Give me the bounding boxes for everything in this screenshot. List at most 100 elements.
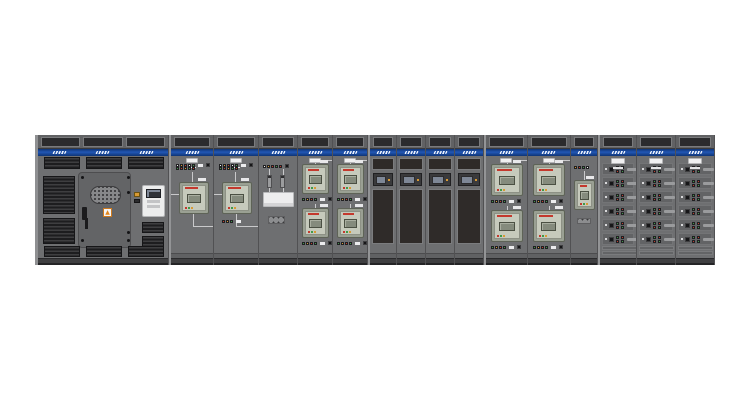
indicator-lamp <box>649 158 663 164</box>
section-plinth <box>333 258 367 265</box>
section-front <box>259 156 297 258</box>
status-dot-green <box>346 231 348 233</box>
label-chip <box>551 200 556 203</box>
pilot-light-red <box>697 180 700 183</box>
breaker-handle <box>685 181 690 186</box>
feeder-unit <box>678 219 712 231</box>
pilot-light-pair <box>658 194 661 201</box>
unit-label <box>320 204 328 207</box>
section-plinth <box>370 258 396 265</box>
breaker-handle <box>646 209 651 214</box>
breaker-handle <box>609 209 614 214</box>
drawout-breaker <box>337 164 364 194</box>
door-bolt <box>81 239 84 242</box>
brand-logo <box>343 151 357 154</box>
pilot-light-red <box>658 180 661 183</box>
brand-band <box>528 149 571 156</box>
door-bolt <box>81 176 84 179</box>
breaker-status-lights <box>308 231 316 233</box>
section-front <box>298 156 332 258</box>
mimic-bus-line <box>235 172 236 182</box>
unit-handle <box>627 168 636 171</box>
breaker-handle <box>646 195 651 200</box>
unit-handle <box>703 224 714 227</box>
unit-label <box>586 176 594 179</box>
kick-strip <box>571 253 597 258</box>
feeder-unit <box>602 191 634 203</box>
pilot-light-pair <box>697 222 700 229</box>
pilot-light-amber <box>537 200 540 203</box>
roof-vent-panel <box>262 137 294 147</box>
breaker-red-label <box>539 215 554 217</box>
breaker-status-lights <box>308 187 316 189</box>
switchgear-illustration <box>0 0 750 400</box>
cabinet-door <box>372 189 394 244</box>
kick-strip <box>370 253 396 258</box>
label-chip <box>198 164 203 167</box>
breaker-face <box>536 213 562 239</box>
vent-louver <box>43 218 75 244</box>
pilot-light-red <box>621 194 624 197</box>
roof-vent-panel <box>489 137 524 147</box>
status-dot-green <box>346 187 348 189</box>
brand-logo <box>611 151 625 154</box>
breaker-handle <box>646 237 651 242</box>
kick-strip <box>486 253 527 258</box>
pilot-light-row <box>491 199 521 203</box>
status-dot-green <box>188 207 190 209</box>
terminal-plate <box>268 216 285 224</box>
brand-logo <box>688 151 702 154</box>
brand-band <box>370 149 396 156</box>
terminal-plate <box>577 218 591 224</box>
pilot-light-red <box>658 166 661 169</box>
breaker-status-lights <box>497 235 505 237</box>
section-front <box>528 156 571 258</box>
screw-dot <box>642 238 644 240</box>
pilot-light-red <box>692 198 695 201</box>
control-switch <box>363 241 367 245</box>
section-front <box>171 156 213 258</box>
feeder-unit <box>602 177 634 189</box>
section-roof <box>370 135 396 149</box>
controller-bay-3 <box>426 135 455 265</box>
control-switch <box>559 245 563 249</box>
pilot-light-red <box>697 208 700 211</box>
drawout-breaker <box>302 208 329 238</box>
pilot-light-red <box>578 166 581 169</box>
status-dot-amber <box>191 207 193 209</box>
breaker-bay-3 <box>571 135 598 265</box>
breaker-red-label <box>185 187 198 189</box>
unit-handle <box>664 196 675 199</box>
section-plinth <box>637 258 675 265</box>
roof-vent-panel <box>126 137 165 147</box>
pilot-light-red <box>621 180 624 183</box>
status-dot-amber <box>349 187 351 189</box>
pilot-light-red <box>271 165 274 168</box>
pilot-light-pair <box>658 222 661 229</box>
control-switch <box>363 197 367 201</box>
section-plinth <box>397 258 425 265</box>
pilot-light-green <box>697 240 700 243</box>
pilot-light-green <box>302 198 305 201</box>
pilot-light-pair <box>621 222 624 229</box>
kick-strip <box>214 253 258 258</box>
section-plinth <box>528 258 571 265</box>
kick-strip <box>298 253 332 258</box>
pilot-light-green <box>697 226 700 229</box>
blank-panel <box>602 251 636 255</box>
pilot-light-red <box>345 242 348 245</box>
pilot-light-row <box>176 167 195 170</box>
unit-label <box>355 160 363 163</box>
pilot-light-green <box>658 198 661 201</box>
pilot-light-green <box>616 166 619 169</box>
vent-louver <box>44 157 80 169</box>
pilot-light-pair <box>616 194 619 201</box>
pilot-light-amber <box>184 167 187 170</box>
control-switch <box>559 199 563 203</box>
breaker-face <box>494 213 520 239</box>
pilot-light-white <box>263 165 266 168</box>
display-plate <box>373 173 393 186</box>
pilot-light-red <box>235 167 238 170</box>
pilot-light-pair <box>658 166 661 173</box>
pilot-light-red <box>697 222 700 225</box>
